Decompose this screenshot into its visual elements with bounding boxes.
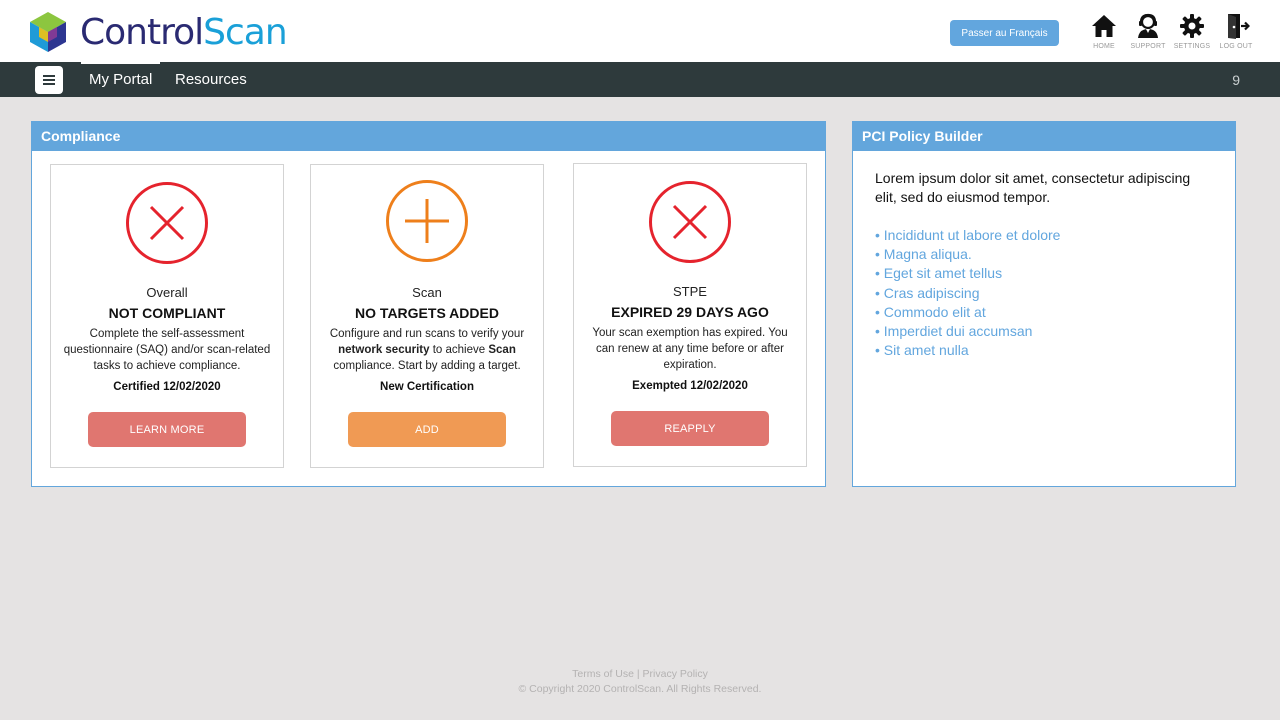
stpe-status-card: STPE EXPIRED 29 DAYS AGO Your scan exemp… [573,163,807,467]
card-label: STPE [673,284,707,299]
policy-link[interactable]: • Commodo elit at [875,303,1213,322]
policy-link[interactable]: • Imperdiet dui accumsan [875,322,1213,341]
policy-link[interactable]: • Eget sit amet tellus [875,264,1213,283]
logo-text: ControlScan [80,11,288,53]
card-description: Configure and run scans to verify your n… [323,326,531,374]
scan-status-card: Scan NO TARGETS ADDED Configure and run … [310,164,544,468]
support-label: SUPPORT [1130,43,1166,50]
tab-resources[interactable]: Resources [175,62,247,97]
card-date: New Certification [380,381,474,393]
compliance-panel-title: Compliance [32,122,825,151]
x-circle-icon [126,182,208,264]
x-circle-icon [649,181,731,263]
top-header: ControlScan Passer au Français HOME SUPP… [0,0,1280,62]
policy-link[interactable]: • Incididunt ut labore et dolore [875,226,1213,245]
tab-my-portal[interactable]: My Portal [81,62,161,97]
logout-label: LOG OUT [1219,43,1253,50]
card-date: Exempted 12/02/2020 [632,380,748,392]
card-description: Complete the self-assessment questionnai… [63,328,271,372]
home-icon [1092,15,1116,37]
cube-logo-icon [30,12,66,52]
language-toggle-button[interactable]: Passer au Français [950,20,1059,46]
logout-link[interactable]: LOG OUT [1214,12,1258,50]
logout-icon [1228,14,1250,39]
header-icon-group: HOME SUPPORT SETTINGS LOG OUT [1082,12,1258,50]
compliance-panel: Compliance Overall NOT COMPLIANT Complet… [31,121,826,487]
reapply-button[interactable]: REAPPLY [611,411,769,446]
policy-link[interactable]: • Magna aliqua. [875,245,1213,264]
terms-of-use-link[interactable]: Terms of Use [572,668,634,680]
desc-part: compliance. Start by adding a target. [333,360,521,372]
main-navbar: My Portal Resources 9 [0,62,1280,97]
home-link[interactable]: HOME [1082,12,1126,50]
add-target-button[interactable]: ADD [348,412,506,447]
plus-circle-icon [386,180,468,262]
card-label: Overall [146,285,188,300]
settings-link[interactable]: SETTINGS [1170,12,1214,50]
policy-intro: Lorem ipsum dolor sit amet, consectetur … [875,170,1191,205]
card-description: Your scan exemption has expired. You can… [592,327,788,371]
overall-status-card: Overall NOT COMPLIANT Complete the self-… [50,164,284,468]
settings-label: SETTINGS [1173,43,1211,50]
policy-link-list: • Incididunt ut labore et dolore • Magna… [875,226,1213,360]
page-footer: Terms of Use | Privacy Policy © Copyrigh… [0,667,1280,697]
controlscan-logo[interactable]: ControlScan [26,10,288,54]
desc-bold-scan: Scan [488,344,516,356]
policy-body: Lorem ipsum dolor sit amet, consectetur … [853,151,1235,360]
policy-panel-title: PCI Policy Builder [853,122,1235,151]
hamburger-menu-button[interactable] [35,66,63,94]
logo-text-scan: Scan [203,11,288,53]
card-date: Certified 12/02/2020 [113,381,221,393]
support-icon [1138,13,1158,38]
copyright-text: © Copyright 2020 ControlScan. All Rights… [518,683,762,695]
pci-policy-panel: PCI Policy Builder Lorem ipsum dolor sit… [852,121,1236,487]
home-label: HOME [1093,43,1115,50]
privacy-policy-link[interactable]: Privacy Policy [643,668,708,680]
hamburger-icon [43,79,55,81]
settings-icon [1180,14,1204,38]
policy-link[interactable]: • Sit amet nulla [875,341,1213,360]
notification-count[interactable]: 9 [1232,62,1240,98]
card-status: EXPIRED 29 DAYS AGO [611,304,769,320]
policy-link[interactable]: • Cras adipiscing [875,284,1213,303]
support-link[interactable]: SUPPORT [1126,12,1170,50]
card-label: Scan [412,285,442,300]
learn-more-button[interactable]: LEARN MORE [88,412,246,447]
card-status: NO TARGETS ADDED [355,305,499,321]
card-status: NOT COMPLIANT [108,305,226,321]
footer-links: Terms of Use | Privacy Policy [0,667,1280,682]
logo-text-control: Control [80,11,204,53]
desc-part: Configure and run scans to verify your [329,328,525,340]
desc-part: to achieve [429,344,489,356]
desc-bold-network-security: network security [338,344,430,356]
footer-separator: | [633,668,643,680]
